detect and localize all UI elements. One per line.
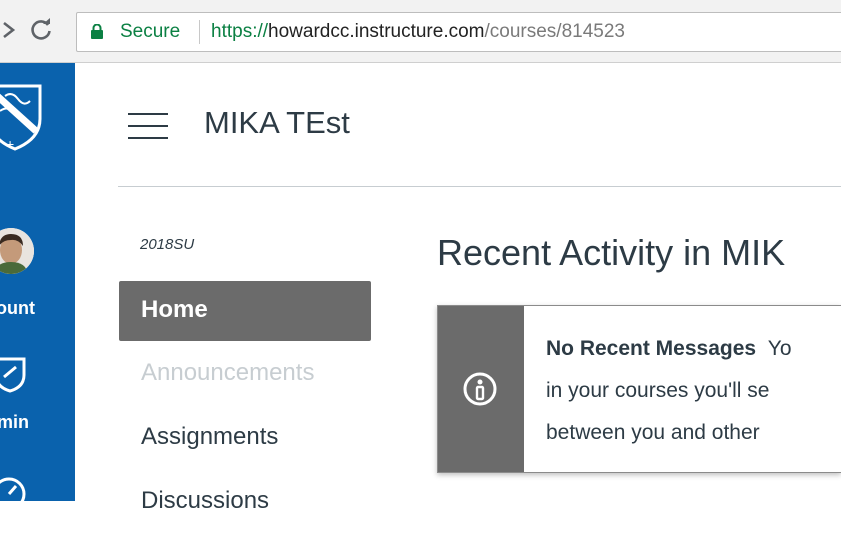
secure-label: Secure [120,21,181,42]
alert-icon-panel [438,306,524,472]
admin-shield-icon[interactable] [0,355,28,393]
avatar-photo-icon [0,228,34,274]
header-divider [118,186,841,187]
browser-toolbar: Secure https://howardcc.instructure.com/… [0,0,841,63]
no-recent-messages-alert: No Recent Messages Yo in your courses yo… [437,305,841,473]
alert-title: No Recent Messages [546,337,757,360]
course-nav-home[interactable]: Home [119,281,371,341]
url-separator [199,20,200,44]
course-term: 2018SU [140,236,195,253]
global-navigation: + ount min [0,63,75,511]
course-title[interactable]: MIKA TEst [204,105,350,141]
url-path: /courses/814523 [484,21,626,42]
svg-text:+: + [6,136,14,151]
account-avatar[interactable] [0,228,34,274]
course-nav-assignments[interactable]: Assignments [119,409,371,469]
dashboard-icon[interactable] [0,475,28,513]
course-nav-announcements[interactable]: Announcements [119,345,371,405]
reload-icon[interactable] [28,17,54,43]
url-host: howardcc.instructure.com [268,21,485,42]
alert-line-2: in your courses you'll se [546,379,770,402]
alert-line-1: No Recent Messages Yo [546,328,841,370]
recent-activity-heading: Recent Activity in MIK [437,232,786,273]
url-text[interactable]: https://howardcc.instructure.com/courses… [211,21,625,43]
url-scheme: https:// [211,21,269,42]
course-nav-discussions[interactable]: Discussions [119,473,371,533]
lock-icon [91,24,103,39]
admin-nav-label[interactable]: min [0,412,29,433]
college-logo-icon[interactable]: + [0,81,50,151]
hamburger-line [128,113,168,115]
course-menu-toggle-button[interactable] [128,111,168,141]
address-bar[interactable]: Secure https://howardcc.instructure.com/… [76,12,841,52]
alert-line-1-tail: Yo [767,337,792,360]
alert-line-3: between you and other [546,421,760,444]
forward-arrow-icon[interactable] [2,20,16,40]
hamburger-line [128,137,168,139]
hamburger-line [128,125,168,127]
alert-message: No Recent Messages Yo in your courses yo… [546,328,841,454]
account-nav-label[interactable]: ount [0,298,35,319]
info-icon [463,372,497,406]
